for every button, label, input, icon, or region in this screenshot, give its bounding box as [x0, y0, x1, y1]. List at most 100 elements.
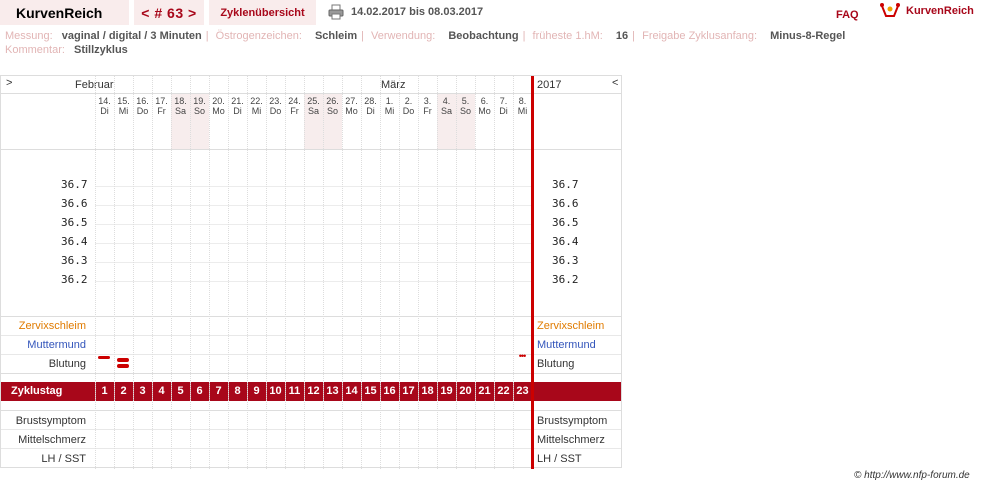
grid-line: [1, 316, 621, 317]
day-column-line: [361, 76, 362, 469]
day-header: 6. Mo: [475, 96, 494, 116]
day-header: 27. Mo: [342, 96, 361, 116]
cycle-day-number[interactable]: 16: [380, 385, 399, 397]
day-column-line: [342, 76, 343, 469]
day-column-line: [133, 76, 134, 469]
cycle-day-number[interactable]: 20: [456, 385, 475, 397]
day-weekday: Do: [269, 106, 282, 116]
day-column-line: [456, 76, 457, 469]
cycle-day-number[interactable]: 2: [114, 385, 133, 397]
temp-label-right: 36.3: [552, 254, 579, 267]
grid-line: [1, 429, 621, 430]
bleeding-mark-spotting[interactable]: •••: [515, 352, 529, 361]
day-weekday: So: [193, 106, 205, 116]
cycle-day-number[interactable]: 1: [95, 385, 114, 397]
day-number: 6.: [480, 96, 489, 106]
day-number: 5.: [461, 96, 470, 106]
temp-label-right: 36.5: [552, 216, 579, 229]
day-header: 15. Mi: [114, 96, 133, 116]
messung-value: vaginal / digital / 3 Minuten: [61, 30, 202, 42]
grid-line: [1, 373, 621, 374]
day-header: 8. Mi: [513, 96, 532, 116]
printer-icon[interactable]: [328, 4, 344, 20]
cycle-day-number[interactable]: 12: [304, 385, 323, 397]
day-weekday: Mo: [212, 106, 225, 116]
cycle-day-number[interactable]: 9: [247, 385, 266, 397]
day-header: 26. So: [323, 96, 342, 116]
zyklustag-label: Zyklustag: [11, 385, 63, 397]
scroll-left-arrow[interactable]: >: [6, 77, 12, 89]
day-number: 14.: [98, 96, 111, 106]
day-header: 14. Di: [95, 96, 114, 116]
day-number: 27.: [345, 96, 358, 106]
day-header: 4. Sa: [437, 96, 456, 116]
day-column-line: [228, 76, 229, 469]
hm-label: früheste 1.hM:: [532, 30, 603, 42]
temp-grid-line: [95, 186, 532, 187]
cycle-day-number[interactable]: 13: [323, 385, 342, 397]
day-number: 21.: [231, 96, 244, 106]
kommentar-value: Stillzyklus: [73, 44, 128, 56]
cycle-day-number[interactable]: 15: [361, 385, 380, 397]
brand-title[interactable]: KurvenReich: [0, 0, 129, 25]
day-header: 19. So: [190, 96, 209, 116]
day-column-line: [513, 76, 514, 469]
day-number: 19.: [193, 96, 206, 106]
cycle-day-number[interactable]: 22: [494, 385, 513, 397]
day-column-line: [418, 76, 419, 469]
cycle-day-number[interactable]: 19: [437, 385, 456, 397]
day-column-line: [494, 76, 495, 469]
bleeding-mark-heavy[interactable]: [117, 364, 129, 368]
day-number: 16.: [136, 96, 149, 106]
day-weekday: Fr: [157, 106, 166, 116]
bleeding-mark-heavy[interactable]: [117, 358, 129, 362]
cycle-day-number[interactable]: 6: [190, 385, 209, 397]
cycle-day-number[interactable]: 5: [171, 385, 190, 397]
freigabe-label: Freigabe Zyklusanfang:: [642, 30, 758, 42]
temp-label-left: 36.3: [61, 254, 88, 267]
cycle-day-number[interactable]: 17: [399, 385, 418, 397]
cycle-day-number[interactable]: 18: [418, 385, 437, 397]
top-bar: KurvenReich < # 63 > Zyklenübersicht 14.…: [0, 0, 981, 25]
day-column-line: [209, 76, 210, 469]
day-weekday: Mo: [478, 106, 491, 116]
cycle-nav[interactable]: < # 63 >: [134, 0, 204, 25]
day-header: 7. Di: [494, 96, 513, 116]
day-weekday: Mi: [118, 106, 129, 116]
day-column-line: [380, 76, 381, 469]
cycle-day-number[interactable]: 14: [342, 385, 361, 397]
cycle-day-number[interactable]: 11: [285, 385, 304, 397]
day-column-line: [437, 76, 438, 469]
month-label-mar: März: [381, 79, 406, 91]
scroll-right-arrow[interactable]: <: [612, 77, 618, 89]
day-header: 23. Do: [266, 96, 285, 116]
faq-link[interactable]: FAQ: [836, 9, 859, 21]
day-header: 21. Di: [228, 96, 247, 116]
cycle-day-number[interactable]: 7: [209, 385, 228, 397]
day-number: 4.: [442, 96, 451, 106]
cycle-day-number[interactable]: 8: [228, 385, 247, 397]
cycle-day-number[interactable]: 23: [513, 385, 532, 397]
day-column-line: [475, 76, 476, 469]
row-label-mittel: Mittelschmerz: [18, 434, 86, 446]
cycle-day-number[interactable]: 21: [475, 385, 494, 397]
day-column-line: [152, 76, 153, 469]
cycle-overview-link[interactable]: Zyklenübersicht: [209, 0, 316, 25]
row-label-blutung: Blutung: [48, 358, 86, 370]
day-header: 18. Sa: [171, 96, 190, 116]
cycle-day-number[interactable]: 10: [266, 385, 285, 397]
temp-label-left: 36.5: [61, 216, 88, 229]
cycle-day-number[interactable]: 3: [133, 385, 152, 397]
cycle-day-number[interactable]: 4: [152, 385, 171, 397]
bleeding-mark-light[interactable]: [98, 356, 110, 359]
logo-text: KurvenReich: [906, 5, 974, 17]
hm-value: 16: [615, 30, 629, 42]
date-range: 14.02.2017 bis 08.03.2017: [351, 6, 484, 18]
day-weekday: Fr: [290, 106, 299, 116]
temp-label-right: 36.4: [552, 235, 579, 248]
today-marker-line: [531, 76, 534, 469]
day-column-line: [266, 76, 267, 469]
oestrogen-value: Schleim: [314, 30, 358, 42]
temp-label-right: 36.6: [552, 197, 579, 210]
day-number: 2.: [404, 96, 413, 106]
